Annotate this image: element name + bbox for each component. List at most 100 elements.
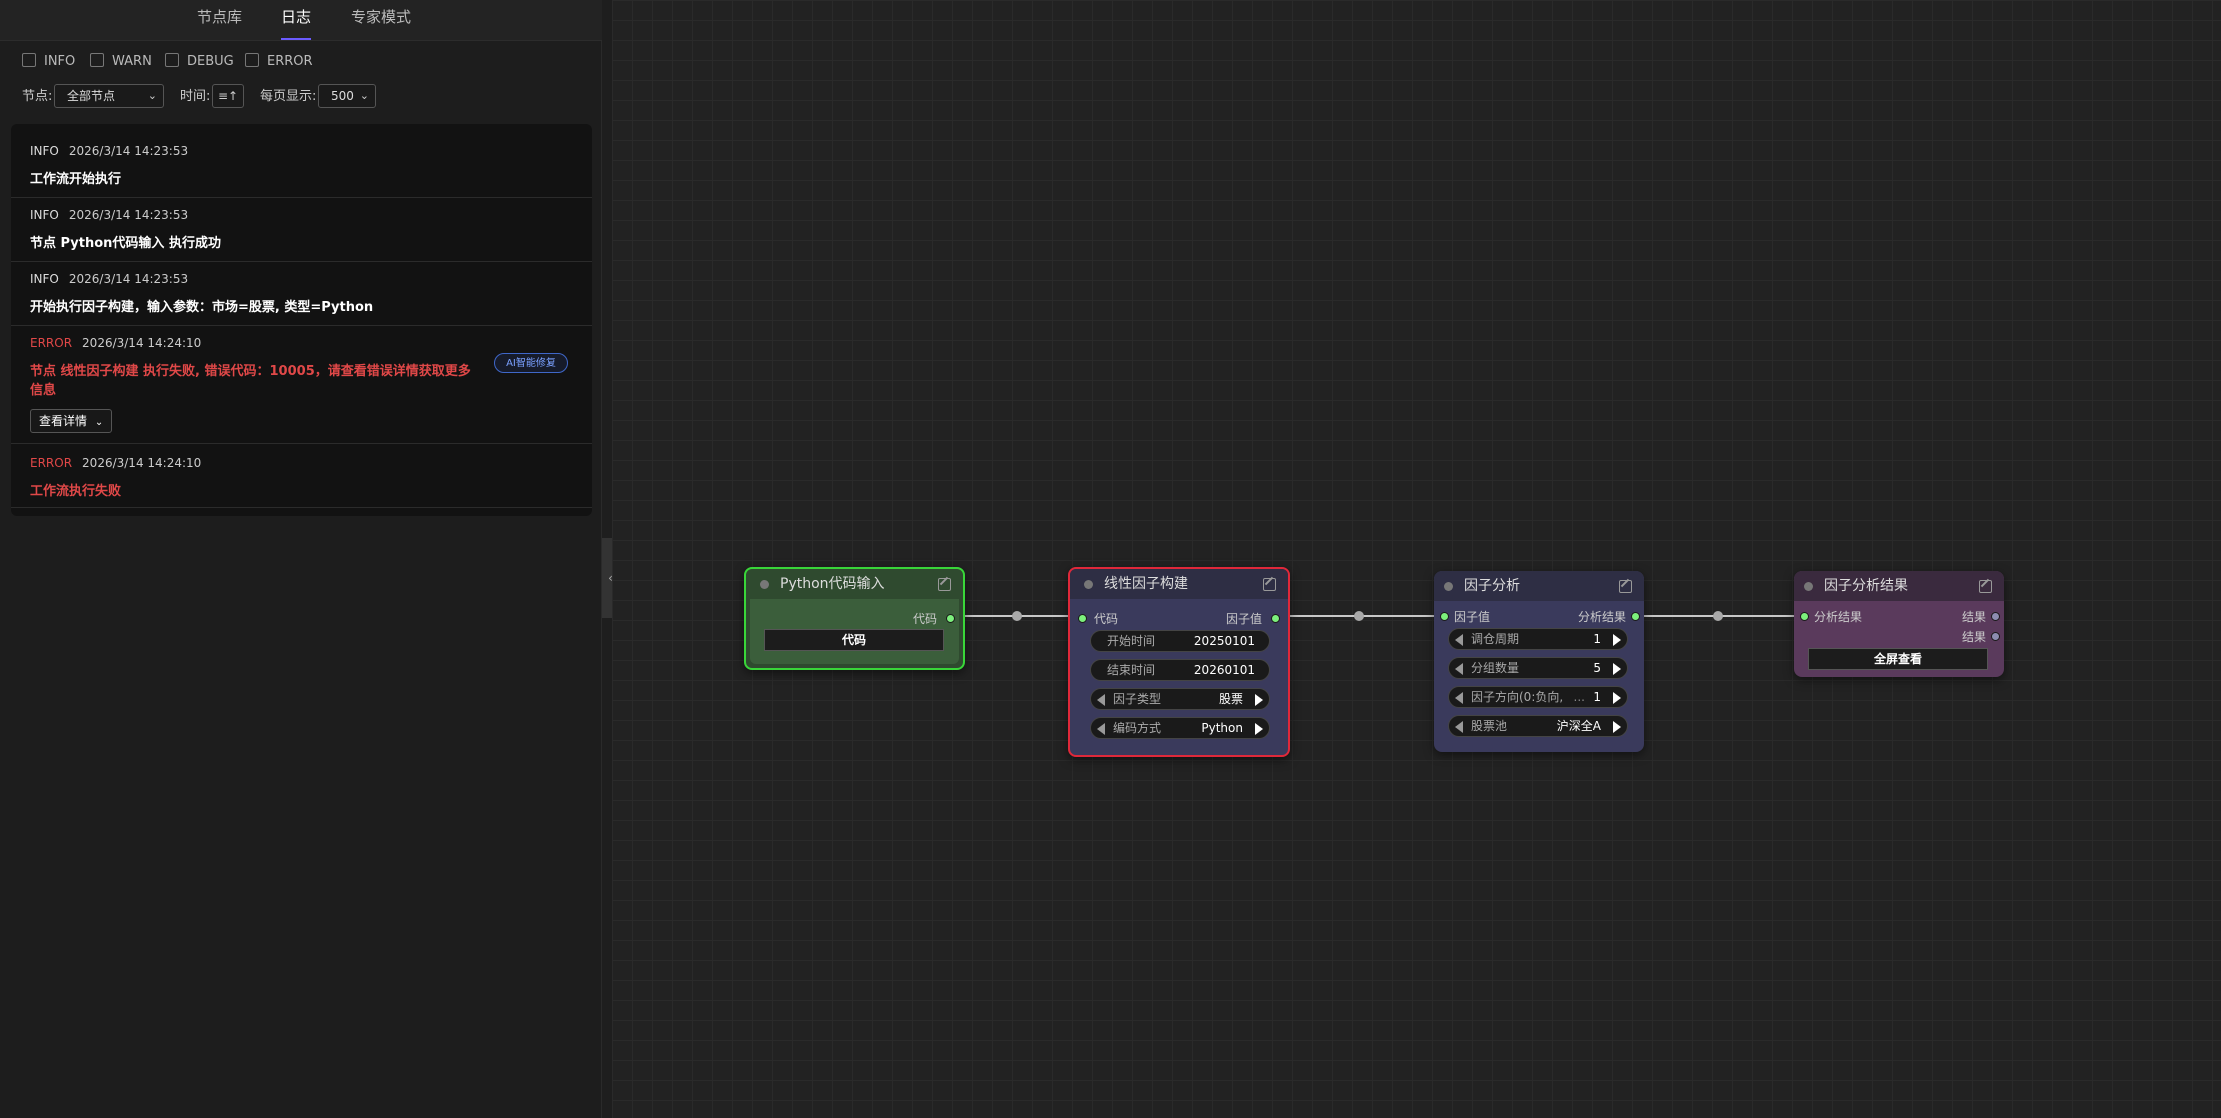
checkbox[interactable] <box>90 53 104 67</box>
node-factor-result[interactable]: 因子分析结果 分析结果 结果 结果 全屏查看 <box>1794 571 2004 677</box>
arrow-left-icon[interactable] <box>1097 694 1105 706</box>
filter-debug-label: DEBUG <box>187 54 234 69</box>
node-title: 因子分析结果 <box>1824 578 1908 594</box>
stock-pool-combo[interactable]: 股票池 沪深全A <box>1448 715 1628 737</box>
sort-ascending-icon[interactable]: ≡↑ <box>212 84 244 108</box>
node-status-dot <box>1444 582 1453 591</box>
start-time-value: 20250101 <box>1193 634 1255 648</box>
filter-warn[interactable]: WARN <box>90 52 152 72</box>
factor-direction-ellipsis: ... <box>1573 690 1585 704</box>
chevron-down-icon: ⌄ <box>359 89 369 102</box>
workflow-canvas[interactable]: Python代码输入 代码 代码 线性因子构建 代码 因子值 开始时间 2025… <box>612 0 2221 1118</box>
page-size-select[interactable]: 500 ⌄ <box>318 84 376 108</box>
node-factor-analysis[interactable]: 因子分析 因子值 分析结果 调仓周期 1 分组数量 5 因子方向(0:负向, .… <box>1434 571 1644 752</box>
node-title-bar: 因子分析 <box>1434 571 1644 601</box>
view-details-label: 查看详情 <box>39 414 88 428</box>
node-title: 线性因子构建 <box>1104 576 1188 592</box>
log-entry: INFO 2026/3/14 14:23:53 开始执行因子构建，输入参数：市场=… <box>11 262 592 326</box>
node-status-dot <box>1804 582 1813 591</box>
input-port[interactable] <box>1078 614 1087 623</box>
node-title: 因子分析 <box>1464 578 1520 594</box>
input-port[interactable] <box>1440 612 1449 621</box>
output-port[interactable] <box>1631 612 1640 621</box>
log-message: 节点 Python代码输入 执行成功 <box>30 236 221 251</box>
page-size-value: 500 <box>331 89 354 103</box>
fullscreen-view-button[interactable]: 全屏查看 <box>1808 648 1988 670</box>
panel-tabs: 节点库 日志 专家模式 <box>0 0 602 41</box>
log-message: 节点 线性因子构建 执行失败, 错误代码：10005，请查看错误详情获取更多 <box>30 364 471 379</box>
node-title-bar: 因子分析结果 <box>1794 571 2004 601</box>
wire-midpoint[interactable] <box>1713 611 1723 621</box>
factor-direction-stepper[interactable]: 因子方向(0:负向, ... 1 <box>1448 686 1628 708</box>
edit-icon[interactable] <box>1979 580 1992 593</box>
input-label: 因子值 <box>1454 610 1491 624</box>
filter-error[interactable]: ERROR <box>245 52 313 72</box>
checkbox[interactable] <box>165 53 179 67</box>
wire-midpoint[interactable] <box>1354 611 1364 621</box>
arrow-left-icon[interactable] <box>1455 721 1463 733</box>
edit-icon[interactable] <box>1263 578 1276 591</box>
start-time-field[interactable]: 开始时间 20250101 <box>1090 630 1270 652</box>
output-label: 代码 <box>912 612 937 626</box>
filter-info[interactable]: INFO <box>22 52 75 72</box>
chevron-down-icon: ⌄ <box>147 89 157 102</box>
log-level: ERROR <box>30 336 73 350</box>
output-port[interactable] <box>946 614 955 623</box>
tab-log[interactable]: 日志 <box>281 0 312 40</box>
log-panel: 节点库 日志 专家模式 INFO WARN DEBUG ERROR 节点: 全部… <box>0 0 602 1118</box>
input-port[interactable] <box>1800 612 1809 621</box>
arrow-right-icon[interactable] <box>1613 692 1621 704</box>
output-port[interactable] <box>1991 612 2000 621</box>
end-time-field[interactable]: 结束时间 20260101 <box>1090 659 1270 681</box>
log-level: INFO <box>30 144 59 158</box>
filter-error-label: ERROR <box>267 54 313 69</box>
connection-wires <box>951 611 1803 621</box>
log-message: 工作流执行失败 <box>30 484 122 499</box>
arrow-left-icon[interactable] <box>1455 692 1463 704</box>
checkbox[interactable] <box>22 53 36 67</box>
output-port[interactable] <box>1991 632 2000 641</box>
log-level: INFO <box>30 272 59 286</box>
output-label: 分析结果 <box>1577 610 1626 624</box>
checkbox[interactable] <box>245 53 259 67</box>
factor-type-label: 因子类型 <box>1113 692 1162 706</box>
arrow-right-icon[interactable] <box>1255 723 1263 735</box>
wire-midpoint[interactable] <box>1012 611 1022 621</box>
log-entry: INFO 2026/3/14 14:23:53 节点 Python代码输入 执行成… <box>11 198 592 262</box>
arrow-left-icon[interactable] <box>1455 663 1463 675</box>
node-python-input[interactable]: Python代码输入 代码 代码 <box>744 567 965 670</box>
ai-fix-button[interactable]: AI智能修复 <box>494 353 568 373</box>
edit-icon[interactable] <box>938 578 951 591</box>
input-label: 分析结果 <box>1814 610 1863 624</box>
output-label: 因子值 <box>1225 612 1262 626</box>
encoding-combo[interactable]: 编码方式 Python <box>1090 717 1270 739</box>
node-title-bar: 线性因子构建 <box>1070 569 1288 599</box>
log-entry-error: ERROR 2026/3/14 14:24:10 工作流执行失败 <box>11 444 592 508</box>
node-filter-select[interactable]: 全部节点 ⌄ <box>54 84 164 108</box>
log-message-continued: 信息 <box>30 383 57 398</box>
arrow-right-icon[interactable] <box>1613 721 1621 733</box>
tab-node-library[interactable]: 节点库 <box>197 0 242 38</box>
tab-expert-mode[interactable]: 专家模式 <box>351 0 411 38</box>
group-count-value: 5 <box>1593 661 1601 675</box>
log-level: INFO <box>30 208 59 222</box>
filter-debug[interactable]: DEBUG <box>165 52 234 72</box>
rebalance-period-value: 1 <box>1593 632 1601 646</box>
arrow-right-icon[interactable] <box>1613 634 1621 646</box>
filter-warn-label: WARN <box>112 54 152 69</box>
node-filter-label: 节点: <box>22 89 53 104</box>
arrow-left-icon[interactable] <box>1455 634 1463 646</box>
factor-type-combo[interactable]: 因子类型 股票 <box>1090 688 1270 710</box>
output-port[interactable] <box>1271 614 1280 623</box>
group-count-stepper[interactable]: 分组数量 5 <box>1448 657 1628 679</box>
edit-icon[interactable] <box>1619 580 1632 593</box>
rebalance-period-label: 调仓周期 <box>1471 632 1520 646</box>
code-button[interactable]: 代码 <box>764 629 944 651</box>
log-entry-error: ERROR 2026/3/14 14:24:10 节点 线性因子构建 执行失败, … <box>11 326 592 444</box>
view-details-button[interactable]: 查看详情 ⌄ <box>30 409 112 433</box>
rebalance-period-stepper[interactable]: 调仓周期 1 <box>1448 628 1628 650</box>
arrow-right-icon[interactable] <box>1613 663 1621 675</box>
arrow-left-icon[interactable] <box>1097 723 1105 735</box>
node-linear-factor[interactable]: 线性因子构建 代码 因子值 开始时间 20250101 结束时间 2026010… <box>1068 567 1290 757</box>
arrow-right-icon[interactable] <box>1255 694 1263 706</box>
